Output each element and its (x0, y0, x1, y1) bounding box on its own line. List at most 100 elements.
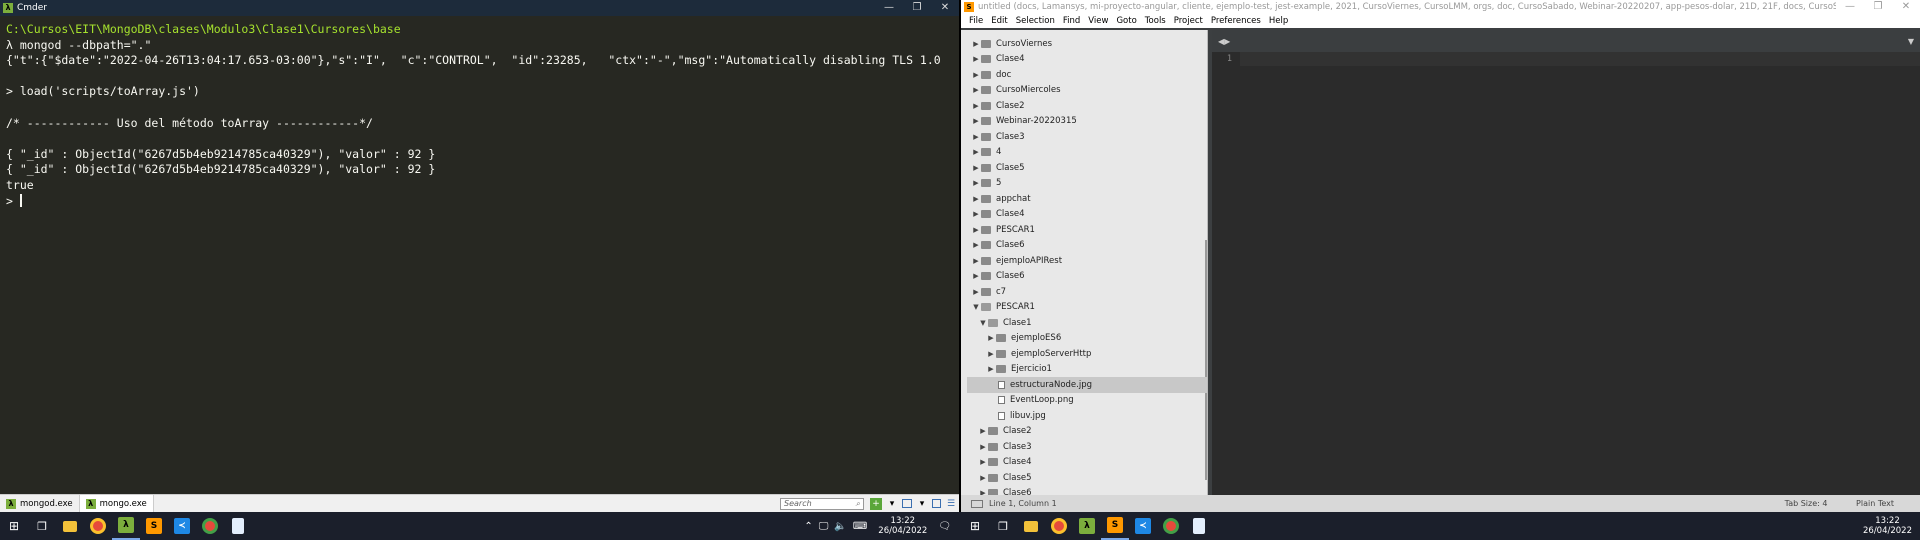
cmder-taskbar-icon[interactable]: λ (1073, 512, 1101, 540)
menu-item-file[interactable]: File (965, 16, 987, 26)
terminal-output[interactable]: C:\Cursos\EIT\MongoDB\clases\Modulo3\Cla… (0, 16, 959, 494)
notifications-icon[interactable]: 🗨 (938, 521, 951, 532)
chrome-profile-icon[interactable] (196, 512, 224, 540)
clock[interactable]: 13:22 26/04/2022 (1863, 516, 1912, 536)
sidebar-folder[interactable]: ▶ Webinar-20220315 (961, 114, 1076, 130)
chevron-right-icon[interactable]: ▶ (978, 474, 988, 482)
chevron-right-icon[interactable]: ▶ (971, 226, 981, 234)
editor-body[interactable]: 1 (1212, 52, 1920, 495)
sidebar-folder[interactable]: ▶ Clase2 (961, 424, 1031, 440)
close-button[interactable]: ✕ (931, 0, 959, 16)
chevron-right-icon[interactable]: ▶ (971, 257, 981, 265)
menu-item-view[interactable]: View (1084, 16, 1112, 26)
menu-item-preferences[interactable]: Preferences (1207, 16, 1265, 26)
sidebar-folder[interactable]: ▶ Clase6 (961, 486, 1032, 495)
split-icon[interactable] (932, 499, 941, 508)
document-icon[interactable] (1185, 512, 1213, 540)
sidebar-folder[interactable]: ▶ Clase4 (961, 207, 1024, 223)
sidebar-folder[interactable]: ▶ CursoMiercoles (961, 83, 1060, 99)
clock[interactable]: 13:22 26/04/2022 (878, 516, 927, 536)
sidebar-tree[interactable]: ▶ CursoViernes ▶ Clase4 ▶ doc ▶ CursoMiercoles ▶… (961, 30, 1208, 495)
chevron-right-icon[interactable]: ▶ (978, 458, 988, 466)
chevron-right-icon[interactable]: ▶ (971, 86, 981, 94)
close-button[interactable]: ✕ (1892, 0, 1920, 14)
sidebar-folder[interactable]: ▶ ejemploAPIRest (961, 253, 1062, 269)
sublime-titlebar[interactable]: S untitled (docs, Lamansys, mi-proyecto-… (961, 0, 1920, 14)
document-icon[interactable] (224, 512, 252, 540)
sublime-taskbar-icon[interactable]: S (1101, 512, 1129, 540)
menu-item-help[interactable]: Help (1265, 16, 1292, 26)
vscode-icon[interactable]: ≺ (168, 512, 196, 540)
cmder-titlebar[interactable]: λ Cmder — ❐ ✕ (0, 0, 959, 16)
file-explorer-icon[interactable] (56, 512, 84, 540)
dropdown-icon[interactable]: ▾ (886, 498, 898, 510)
tab-mongo[interactable]: λ mongo.exe (79, 495, 154, 512)
menu-item-edit[interactable]: Edit (987, 16, 1011, 26)
sidebar-folder[interactable]: ▶ Clase3 (961, 439, 1031, 455)
tab-nav-right-icon[interactable]: ▶ (1224, 37, 1230, 46)
sublime-taskbar-icon[interactable]: S (140, 512, 168, 540)
sidebar-folder[interactable]: ▶ c7 (961, 284, 1006, 300)
chevron-right-icon[interactable]: ▶ (971, 40, 981, 48)
sidebar-folder[interactable]: ▶ Clase2 (961, 98, 1024, 114)
menu-item-goto[interactable]: Goto (1112, 16, 1140, 26)
menu-item-tools[interactable]: Tools (1141, 16, 1170, 26)
sidebar-folder[interactable]: ▼ Clase1 (961, 315, 1031, 331)
vscode-icon[interactable]: ≺ (1129, 512, 1157, 540)
sidebar-file[interactable]: libuv.jpg (961, 408, 1046, 424)
sidebar-folder[interactable]: ▶ Clase6 (961, 238, 1024, 254)
search-input[interactable]: Search ⌕ (780, 497, 864, 510)
menu-item-project[interactable]: Project (1170, 16, 1207, 26)
sidebar-folder[interactable]: ▶ 5 (961, 176, 1001, 192)
minimize-button[interactable]: — (875, 0, 903, 16)
windows-start-icon[interactable]: ⊞ (0, 512, 28, 540)
maximize-button[interactable]: ❐ (903, 0, 931, 16)
maximize-button[interactable]: ❐ (1864, 0, 1892, 14)
chevron-right-icon[interactable]: ▶ (971, 148, 981, 156)
chevron-right-icon[interactable]: ▶ (971, 133, 981, 141)
chevron-right-icon[interactable]: ▶ (986, 365, 996, 373)
chrome-icon[interactable] (1045, 512, 1073, 540)
file-explorer-icon[interactable] (1017, 512, 1045, 540)
chevron-right-icon[interactable]: ▶ (978, 443, 988, 451)
chevron-right-icon[interactable]: ▶ (986, 350, 996, 358)
volume-icon[interactable]: 🔈 (834, 521, 846, 532)
status-tab-size[interactable]: Tab Size: 4 (1785, 499, 1828, 508)
cmder-taskbar-icon[interactable]: λ (112, 512, 140, 540)
chrome-profile-icon[interactable] (1157, 512, 1185, 540)
sidebar-folder[interactable]: ▶ Clase5 (961, 470, 1031, 486)
network-icon[interactable]: 🖵 (819, 521, 829, 532)
editor-pane[interactable]: ◀ ▶ ▼ 1 (1212, 30, 1920, 495)
sidebar-file[interactable]: EventLoop.png (961, 393, 1074, 409)
status-syntax[interactable]: Plain Text (1856, 499, 1894, 508)
sidebar-folder[interactable]: ▶ doc (961, 67, 1011, 83)
tab-mongod[interactable]: λ mongod.exe (0, 495, 80, 512)
chevron-right-icon[interactable]: ▶ (971, 55, 981, 63)
chrome-icon[interactable] (84, 512, 112, 540)
chevron-right-icon[interactable]: ▶ (971, 179, 981, 187)
panel-toggle-icon[interactable] (971, 499, 983, 508)
windows-start-icon[interactable]: ⊞ (961, 512, 989, 540)
chevron-right-icon[interactable]: ▶ (971, 164, 981, 172)
sidebar-folder[interactable]: ▼ PESCAR1 (961, 300, 1035, 316)
sidebar-scrollbar[interactable] (1205, 240, 1207, 480)
sidebar-folder[interactable]: ▶ Clase4 (961, 455, 1031, 471)
chevron-down-icon[interactable]: ▼ (971, 303, 981, 311)
sidebar-folder[interactable]: ▶ Clase4 (961, 52, 1024, 68)
chevron-right-icon[interactable]: ▶ (971, 71, 981, 79)
sidebar-folder[interactable]: ▶ appchat (961, 191, 1030, 207)
sidebar-folder[interactable]: ▶ ejemploES6 (961, 331, 1061, 347)
menu-item-selection[interactable]: Selection (1012, 16, 1059, 26)
minimize-button[interactable]: — (1836, 0, 1864, 14)
new-console-icon[interactable]: + (870, 497, 882, 510)
task-view-icon[interactable]: ❐ (989, 512, 1017, 540)
sidebar-folder[interactable]: ▶ PESCAR1 (961, 222, 1035, 238)
sidebar-folder[interactable]: ▶ Ejercicio1 (961, 362, 1052, 378)
chevron-right-icon[interactable]: ▶ (978, 427, 988, 435)
sidebar-folder[interactable]: ▶ ejemploServerHttp (961, 346, 1091, 362)
sidebar-folder[interactable]: ▶ Clase6 (961, 269, 1024, 285)
chevron-right-icon[interactable]: ▶ (971, 195, 981, 203)
layout-icon[interactable] (902, 499, 912, 508)
sidebar-folder[interactable]: ▶ 4 (961, 145, 1001, 161)
dropdown-icon[interactable]: ▾ (916, 498, 928, 510)
